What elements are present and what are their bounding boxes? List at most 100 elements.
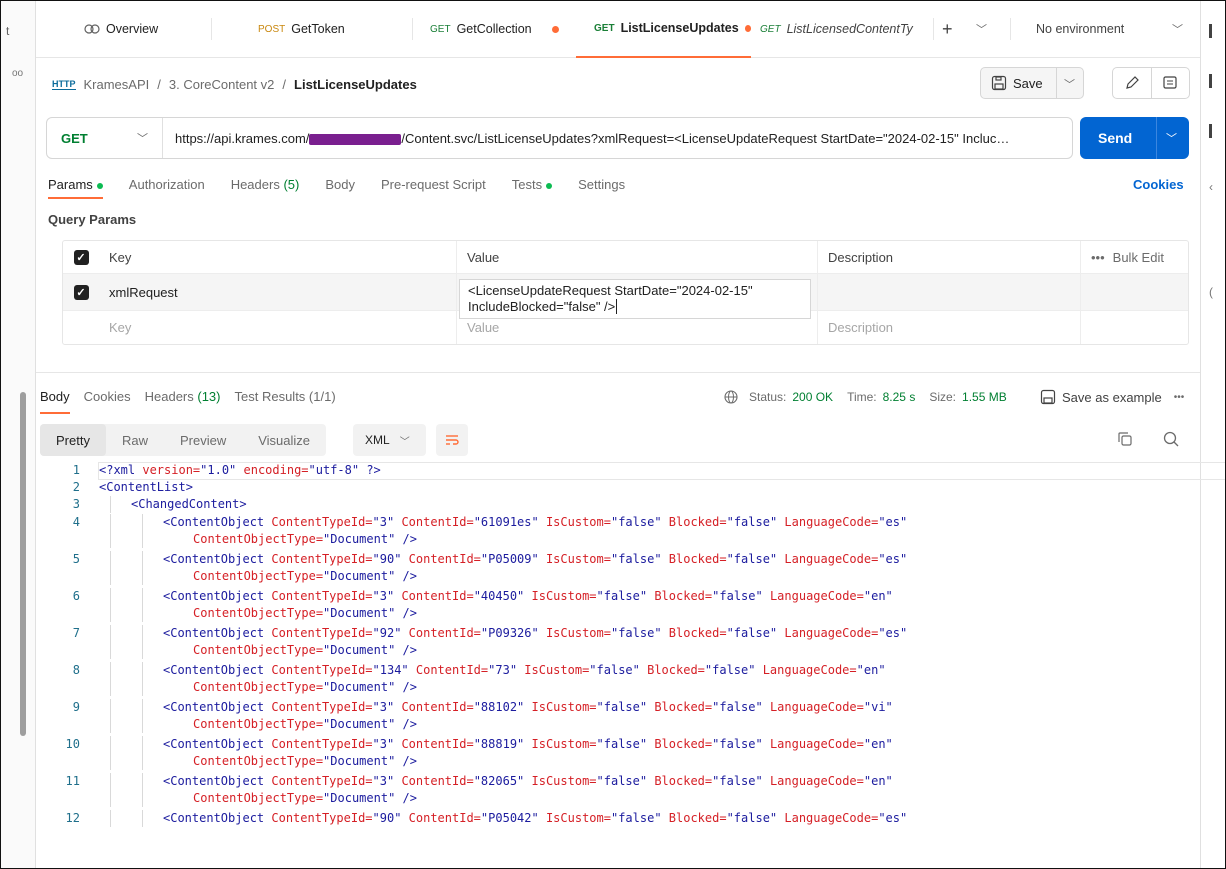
tab-label: ListLicenseUpdates [620, 21, 739, 35]
tab-prerequest-script[interactable]: Pre-request Script [381, 177, 486, 199]
code-line: 3 <ChangedContent> [40, 496, 1190, 513]
edit-icon[interactable] [1113, 68, 1151, 98]
breadcrumb-folder[interactable]: 3. CoreContent v2 [169, 77, 275, 92]
time-value[interactable]: 8.25 s [883, 390, 916, 404]
tab-headers[interactable]: Headers (5) [231, 177, 300, 199]
tab-test-results[interactable]: Test Results (1/1) [235, 389, 336, 414]
column-value: Value [457, 241, 818, 273]
documentation-icon[interactable] [1150, 68, 1190, 98]
method-select[interactable]: GET ﹀ [47, 118, 163, 158]
param-value-editor[interactable]: <LicenseUpdateRequest StartDate="2024-02… [459, 279, 811, 319]
more-icon[interactable]: ••• [1174, 392, 1185, 403]
view-raw[interactable]: Raw [106, 424, 164, 456]
request-url-bar: GET ﹀ https://api.krames.com//Content.sv… [46, 117, 1073, 159]
code-line: 8 <ContentObject ContentTypeId="134" Cont… [40, 662, 1190, 679]
send-label: Send [1098, 130, 1133, 146]
table-header-row: ✓ Key Value Description ••• Bulk Edit [63, 241, 1188, 274]
tab-params[interactable]: Params [48, 177, 103, 199]
left-sidebar-edge: t oo [0, 0, 36, 869]
line-number: 6 [72, 589, 80, 603]
search-icon[interactable] [1162, 430, 1180, 451]
param-checkbox[interactable]: ✓ [73, 284, 89, 300]
new-key-input[interactable]: Key [99, 311, 457, 344]
tab-response-headers[interactable]: Headers (13) [145, 389, 221, 414]
line-number: 7 [72, 626, 80, 640]
response-body-code[interactable]: 1 <?xml version="1.0" encoding="utf-8" ?>… [40, 462, 1226, 827]
code-line: 10 <ContentObject ContentTypeId="3" Conte… [40, 736, 1190, 753]
tab-method: POST [258, 23, 286, 35]
globe-icon[interactable] [723, 389, 739, 405]
right-sidebar-edge: ‹ ( [1200, 0, 1226, 869]
environment-select[interactable]: No environment ﹀ [1036, 0, 1191, 58]
tab-gettoken[interactable]: POST GetToken [258, 0, 388, 58]
right-panel-icon[interactable] [1209, 24, 1212, 38]
tab-method: GET [430, 23, 451, 35]
new-description-input[interactable]: Description [818, 311, 1081, 344]
unsaved-dot [551, 25, 559, 33]
bulk-edit-button[interactable]: ••• Bulk Edit [1081, 250, 1188, 265]
new-tab-icon[interactable]: + [942, 0, 966, 58]
format-select[interactable]: XML ﹀ [353, 424, 426, 456]
status-value[interactable]: 200 OK [792, 390, 833, 404]
cookies-link[interactable]: Cookies [1133, 177, 1184, 192]
code-line-wrap: ContentObjectType="Document" /> [40, 605, 1190, 622]
code-line: 9 <ContentObject ContentTypeId="3" Conten… [40, 699, 1190, 716]
edit-docs-group [1112, 67, 1190, 99]
wrap-lines-icon[interactable] [436, 424, 468, 456]
redaction-mark [309, 133, 402, 145]
save-as-example-button[interactable]: Save as example ••• [1040, 389, 1184, 405]
line-number: 10 [65, 737, 80, 751]
response-tabs: Body Cookies Headers (13) Test Results (… [40, 389, 336, 414]
line-number: 8 [72, 663, 80, 677]
view-pretty[interactable]: Pretty [40, 424, 106, 456]
tab-settings[interactable]: Settings [578, 177, 625, 199]
select-all-checkbox[interactable]: ✓ [73, 249, 89, 265]
code-line-wrap: ContentObjectType="Document" /> [40, 753, 1190, 770]
request-tab-strip: Overview POST GetToken GET GetCollection… [36, 0, 1200, 58]
tab-method: GET [594, 22, 615, 34]
code-line: 6 <ContentObject ContentTypeId="3" Conten… [40, 588, 1190, 605]
sidebar-dots: oo [12, 68, 24, 79]
breadcrumb-current[interactable]: ListLicenseUpdates [294, 77, 417, 92]
tab-response-body[interactable]: Body [40, 389, 70, 414]
chevron-down-icon[interactable]: ﹀ [976, 0, 996, 58]
url-input[interactable]: https://api.krames.com//Content.svc/List… [163, 131, 1063, 146]
right-panel-icon[interactable] [1209, 74, 1212, 88]
overview-icon [84, 24, 100, 34]
param-key[interactable]: xmlRequest [99, 274, 457, 310]
right-panel-icon[interactable] [1209, 124, 1212, 138]
line-number: 2 [72, 480, 80, 494]
param-description[interactable] [818, 274, 1081, 310]
chevron-down-icon[interactable]: ﹀ [1064, 76, 1075, 92]
right-panel-icon[interactable]: ( [1209, 285, 1213, 299]
save-button[interactable]: Save ﹀ [980, 67, 1084, 99]
code-line: 11 <ContentObject ContentTypeId="3" Conte… [40, 773, 1190, 790]
tab-listlicenseupdates[interactable]: GET ListLicenseUpdates [576, 0, 751, 58]
tab-body[interactable]: Body [325, 177, 355, 199]
line-number: 9 [72, 700, 80, 714]
tab-response-cookies[interactable]: Cookies [84, 389, 131, 414]
tab-getcollection[interactable]: GET GetCollection [430, 0, 580, 58]
right-panel-icon[interactable]: ‹ [1209, 180, 1213, 194]
chevron-down-icon: ﹀ [1172, 24, 1183, 36]
code-line: 12 <ContentObject ContentTypeId="90" Cont… [40, 810, 1190, 827]
tab-listlicensedcontenttypes[interactable]: GET ListLicensedContentTy [760, 0, 932, 58]
tab-tests[interactable]: Tests [512, 177, 553, 199]
chevron-down-icon[interactable]: ﹀ [1166, 130, 1177, 146]
chevron-down-icon: ﹀ [399, 436, 410, 448]
code-line: 7 <ContentObject ContentTypeId="92" Conte… [40, 625, 1190, 642]
copy-icon[interactable] [1116, 430, 1134, 451]
size-value[interactable]: 1.55 MB [962, 390, 1007, 404]
send-button[interactable]: Send ﹀ [1080, 117, 1189, 159]
http-icon: HTTP [52, 78, 76, 90]
tab-label: GetCollection [456, 22, 532, 36]
tab-authorization[interactable]: Authorization [129, 177, 205, 199]
vertical-scrollbar[interactable] [20, 392, 26, 736]
view-visualize[interactable]: Visualize [242, 424, 326, 456]
tab-method: GET [760, 23, 781, 35]
line-number: 3 [72, 497, 80, 511]
code-line: 5 <ContentObject ContentTypeId="90" Conte… [40, 551, 1190, 568]
view-preview[interactable]: Preview [164, 424, 242, 456]
response-status: Status: 200 OK Time: 8.25 s Size: 1.55 MB [723, 389, 1007, 405]
breadcrumb-collection[interactable]: KramesAPI [84, 77, 150, 92]
